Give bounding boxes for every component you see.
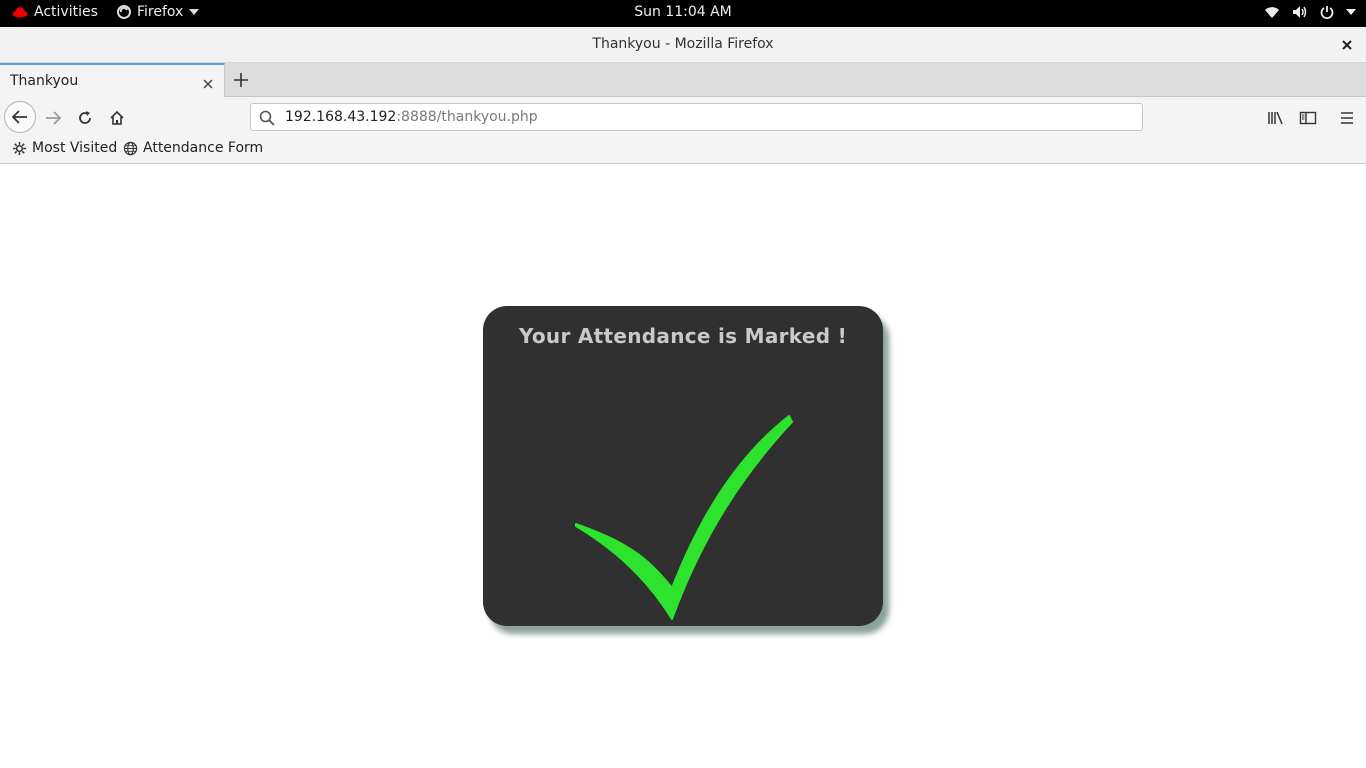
menu-button[interactable] (1332, 103, 1362, 133)
url-path: :8888/thankyou.php (396, 109, 538, 125)
firefox-app-icon (117, 5, 131, 19)
system-top-bar: Activities Firefox Sun 11:04 AM (0, 0, 1366, 27)
wifi-icon (1264, 5, 1280, 19)
gear-icon (12, 141, 27, 155)
bookmark-attendance-form[interactable]: Attendance Form (123, 140, 263, 156)
tab-thankyou[interactable]: Thankyou (0, 63, 225, 97)
attendance-confirmation-card: Your Attendance is Marked ! (483, 306, 883, 626)
arrow-right-icon (46, 111, 62, 125)
bookmark-most-visited[interactable]: Most Visited (12, 140, 117, 156)
globe-icon (123, 141, 138, 155)
bookmark-label: Most Visited (32, 140, 118, 156)
activities-label: Activities (34, 4, 98, 20)
url-host: 192.168.43.192 (285, 109, 397, 125)
clock[interactable]: Sun 11:04 AM (634, 4, 732, 20)
sidebar-toggle-button[interactable] (1293, 103, 1323, 133)
home-button[interactable] (102, 103, 132, 133)
window-title: Thankyou - Mozilla Firefox (592, 36, 774, 52)
sidebar-icon (1299, 111, 1317, 125)
bookmarks-toolbar: Most Visited Attendance Form (0, 137, 1366, 164)
home-icon (110, 110, 124, 125)
bookmark-label: Attendance Form (143, 140, 264, 156)
close-icon (203, 79, 213, 89)
close-icon (1342, 40, 1352, 50)
hamburger-menu-icon (1341, 112, 1353, 124)
confirmation-message: Your Attendance is Marked ! (518, 324, 848, 348)
window-title-bar: Thankyou - Mozilla Firefox (0, 27, 1366, 63)
back-button[interactable] (4, 101, 36, 133)
app-menu-label: Firefox (137, 4, 184, 20)
redhat-logo-icon (12, 6, 28, 18)
new-tab-button[interactable] (231, 70, 251, 90)
navigation-toolbar: 192.168.43.192:8888/thankyou.php (0, 97, 1366, 137)
plus-icon (234, 73, 248, 87)
arrow-left-icon (11, 110, 27, 124)
search-icon (259, 110, 275, 130)
system-tray[interactable] (1264, 5, 1356, 19)
url-text: 192.168.43.192:8888/thankyou.php (285, 109, 538, 125)
chevron-down-icon (1346, 9, 1356, 15)
checkmark-icon (573, 412, 793, 626)
tab-title: Thankyou (10, 73, 79, 89)
reload-icon (79, 111, 91, 124)
library-button[interactable] (1261, 103, 1291, 133)
power-icon (1320, 5, 1334, 19)
activities-button[interactable]: Activities (12, 4, 98, 20)
tab-close-button[interactable] (202, 75, 214, 89)
app-menu-firefox[interactable]: Firefox (117, 4, 200, 20)
reload-button[interactable] (70, 103, 100, 133)
volume-icon (1292, 5, 1308, 19)
window-close-button[interactable] (1340, 37, 1354, 51)
tab-strip: Thankyou (0, 63, 1366, 97)
page-content: Your Attendance is Marked ! (0, 164, 1366, 768)
library-icon (1268, 111, 1283, 125)
forward-button[interactable] (38, 103, 68, 133)
address-bar[interactable]: 192.168.43.192:8888/thankyou.php (250, 103, 1143, 131)
chevron-down-icon (189, 9, 200, 15)
